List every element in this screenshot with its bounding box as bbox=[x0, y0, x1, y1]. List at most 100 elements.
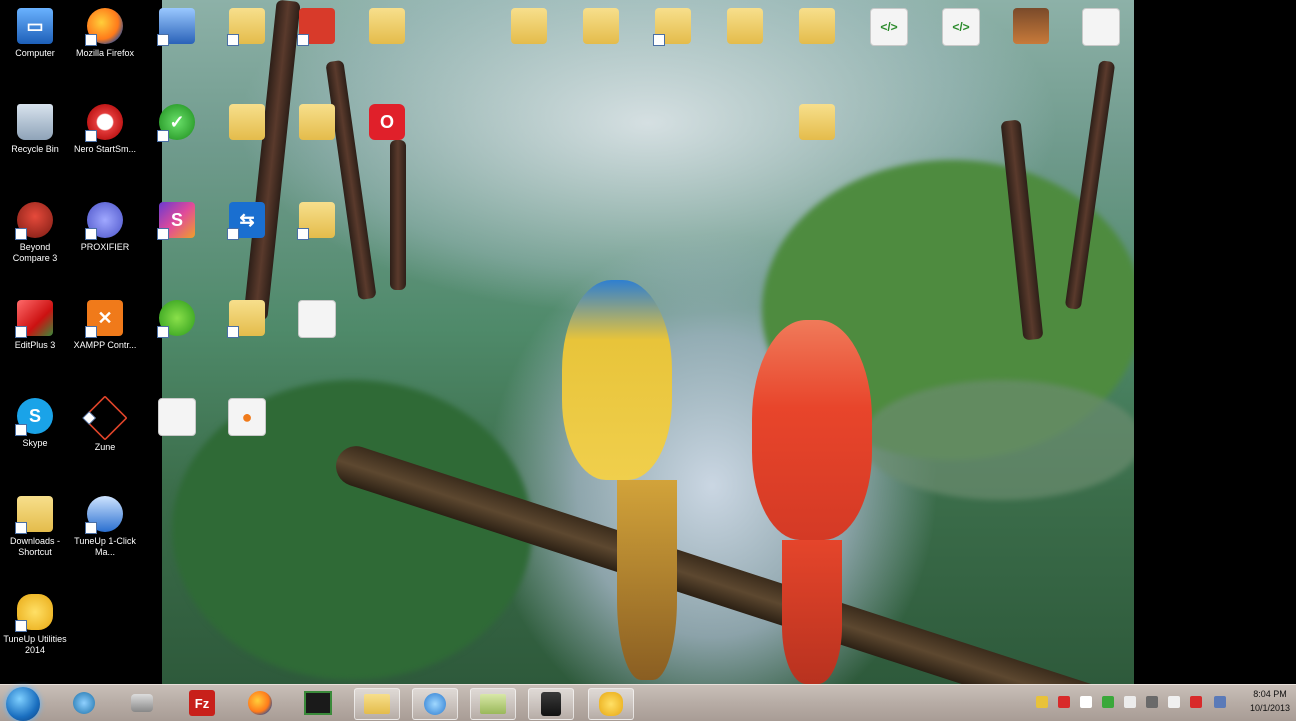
taskbar-folder[interactable] bbox=[470, 688, 516, 720]
folder-icon bbox=[297, 202, 335, 240]
taskbar-folder[interactable] bbox=[354, 688, 400, 720]
desktop-icon[interactable] bbox=[214, 2, 280, 82]
desktop-icon-beyond-compare[interactable]: Beyond Compare 3 bbox=[2, 196, 68, 276]
tray-icon[interactable] bbox=[1214, 696, 1226, 708]
tuneup-utilities-icon bbox=[15, 594, 53, 632]
taskbar-tuneup[interactable] bbox=[588, 688, 634, 720]
desktop-icon[interactable] bbox=[144, 294, 210, 374]
app-icon bbox=[297, 8, 335, 46]
desktop-icon[interactable] bbox=[640, 2, 706, 82]
desktop-icon-downloads[interactable]: Downloads - Shortcut bbox=[2, 490, 68, 570]
firefox-icon bbox=[85, 8, 123, 46]
tray-icon[interactable] bbox=[1058, 696, 1070, 708]
desktop-icon[interactable] bbox=[214, 98, 280, 178]
desktop-icon-label: EditPlus 3 bbox=[14, 340, 56, 350]
folder-icon bbox=[799, 104, 835, 140]
desktop-icon[interactable] bbox=[284, 2, 350, 82]
desktop-icon-firefox[interactable]: Mozilla Firefox bbox=[72, 2, 138, 82]
desktop-icon-tuneup-1click[interactable]: TuneUp 1-Click Ma... bbox=[72, 490, 138, 570]
desktop-icon[interactable]: ✓ bbox=[144, 98, 210, 178]
taskbar-firefox[interactable] bbox=[238, 688, 282, 718]
ie-icon bbox=[424, 693, 446, 715]
desktop-icon-nero[interactable]: Nero StartSm... bbox=[72, 98, 138, 178]
check-icon: ✓ bbox=[157, 104, 195, 142]
downloads-folder-icon bbox=[15, 496, 53, 534]
firefox-file-icon: ● bbox=[228, 398, 266, 436]
beyond-compare-icon bbox=[15, 202, 53, 240]
tray-icon[interactable] bbox=[1102, 696, 1114, 708]
tuneup-icon bbox=[599, 692, 623, 716]
desktop-icon-tuneup-utilities[interactable]: TuneUp Utilities 2014 bbox=[2, 588, 68, 668]
taskbar-media[interactable] bbox=[120, 688, 164, 718]
desktop-icon[interactable] bbox=[284, 196, 350, 276]
desktop-icon-xampp[interactable]: ✕ XAMPP Contr... bbox=[72, 294, 138, 374]
tray-icon[interactable] bbox=[1190, 696, 1202, 708]
filezilla-icon: Fz bbox=[189, 690, 215, 716]
taskbar-globe[interactable] bbox=[62, 688, 106, 718]
desktop-icon[interactable]: ⇆ bbox=[214, 196, 280, 276]
tray-icon[interactable] bbox=[1036, 696, 1048, 708]
zend-studio-icon bbox=[157, 300, 195, 338]
file-icon bbox=[298, 300, 336, 338]
desktop-icon[interactable]: </> bbox=[856, 2, 922, 82]
desktop-icon-skype[interactable]: S Skype bbox=[2, 392, 68, 472]
desktop-icon[interactable]: ● bbox=[214, 392, 280, 472]
desktop-icon[interactable] bbox=[1068, 2, 1134, 82]
desktop-icon[interactable] bbox=[784, 98, 850, 178]
tray-icon[interactable] bbox=[1168, 696, 1180, 708]
desktop-icon[interactable]: </> bbox=[928, 2, 994, 82]
desktop-icon-label: Recycle Bin bbox=[11, 144, 59, 154]
desktop-icon-label: Skype bbox=[22, 438, 48, 448]
desktop-icon-computer[interactable]: ▭ Computer bbox=[2, 2, 68, 82]
desktop-icon[interactable]: S bbox=[144, 196, 210, 276]
desktop-icon-proxifier[interactable]: PROXIFIER bbox=[72, 196, 138, 276]
desktop-icon[interactable] bbox=[284, 294, 350, 374]
tray-icon[interactable] bbox=[1124, 696, 1136, 708]
desktop-icon[interactable] bbox=[568, 2, 634, 82]
desktop-icon-label: XAMPP Contr... bbox=[73, 340, 137, 350]
folder-icon bbox=[364, 694, 390, 714]
file-icon bbox=[1082, 8, 1120, 46]
screen-right-border bbox=[1134, 0, 1296, 684]
desktop-icon[interactable] bbox=[284, 98, 350, 178]
desktop-icon[interactable] bbox=[144, 392, 210, 472]
globe-icon bbox=[73, 692, 95, 714]
macaw-blue-yellow bbox=[562, 280, 672, 480]
taskbar-clock[interactable]: 8:04 PM 10/1/2013 bbox=[1246, 687, 1294, 715]
desktop-icon[interactable] bbox=[784, 2, 850, 82]
desktop-icon[interactable] bbox=[998, 2, 1064, 82]
taskbar-app[interactable] bbox=[528, 688, 574, 720]
desktop-icon[interactable] bbox=[354, 2, 420, 82]
code-file-icon: </> bbox=[942, 8, 980, 46]
system-tray bbox=[1030, 685, 1250, 721]
macaw-tail bbox=[617, 480, 677, 680]
folder-icon bbox=[653, 8, 691, 46]
wallpaper-foliage bbox=[862, 380, 1134, 500]
tray-icon[interactable] bbox=[1146, 696, 1158, 708]
desktop-icon-zune[interactable]: Zune bbox=[72, 392, 138, 472]
network-icon bbox=[157, 8, 195, 46]
desktop-icon-label: PROXIFIER bbox=[80, 242, 130, 252]
taskbar-filezilla[interactable]: Fz bbox=[180, 688, 224, 718]
recycle-bin-icon bbox=[17, 104, 53, 140]
desktop-icon[interactable] bbox=[214, 294, 280, 374]
desktop-icon[interactable] bbox=[712, 2, 778, 82]
desktop-icon[interactable] bbox=[144, 2, 210, 82]
desktop-icon[interactable]: O bbox=[354, 98, 420, 178]
tray-icon[interactable] bbox=[1080, 696, 1092, 708]
desktop-icon-label: Downloads - Shortcut bbox=[9, 536, 61, 557]
desktop-icon[interactable] bbox=[496, 2, 562, 82]
windows-orb-icon[interactable] bbox=[6, 687, 40, 721]
folder-icon bbox=[369, 8, 405, 44]
taskbar-ie[interactable] bbox=[412, 688, 458, 720]
desktop-icon-recycle-bin[interactable]: Recycle Bin bbox=[2, 98, 68, 178]
proxifier-icon bbox=[85, 202, 123, 240]
clock-date: 10/1/2013 bbox=[1249, 703, 1291, 713]
taskbar-terminal[interactable] bbox=[296, 688, 340, 718]
desktop-icon-label: Nero StartSm... bbox=[73, 144, 136, 154]
desktop-icon-editplus[interactable]: EditPlus 3 bbox=[2, 294, 68, 374]
folder-icon bbox=[727, 8, 763, 44]
desktop-icon-label: Zune bbox=[94, 442, 116, 452]
clock-time: 8:04 PM bbox=[1253, 689, 1287, 699]
nero-icon bbox=[85, 104, 123, 142]
